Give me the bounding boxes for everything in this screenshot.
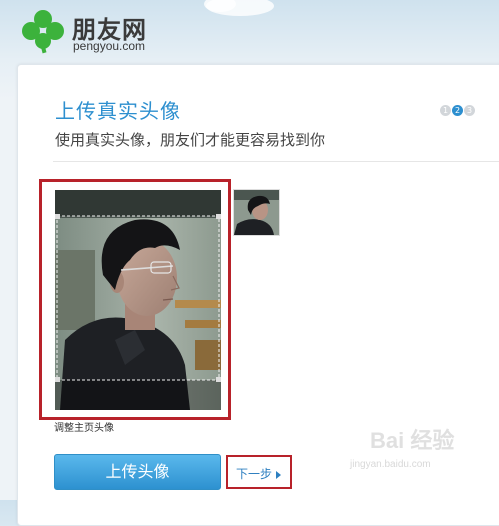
highlight-frame-photo: [39, 179, 231, 420]
step-indicator: 123: [440, 105, 476, 117]
adjust-avatar-label: 调整主页头像: [54, 423, 114, 434]
step-2: 2: [452, 105, 463, 116]
watermark-url: jingyan.baidu.com: [350, 459, 431, 470]
upload-avatar-button[interactable]: 上传头像: [54, 454, 221, 490]
triangle-right-icon: [276, 470, 282, 479]
step-3: 3: [464, 105, 475, 116]
step-1: 1: [440, 105, 451, 116]
title-divider: [53, 161, 499, 162]
avatar-crop-editor[interactable]: [55, 190, 221, 410]
watermark-text: Bai 经验: [370, 428, 455, 453]
page-subtitle: 使用真实头像，朋友们才能更容易找到你: [55, 131, 326, 149]
clover-logo-icon: [22, 10, 64, 54]
logo-domain: pengyou.com: [73, 39, 146, 53]
watermark: Bai 经验 jingyan.baidu.com: [330, 423, 490, 483]
avatar-thumbnail-preview: [233, 189, 280, 236]
site-logo[interactable]: 朋友网 pengyou.com: [20, 6, 200, 56]
highlight-frame-next: 下一步: [226, 455, 292, 489]
next-step-link[interactable]: 下一步: [236, 465, 282, 482]
page-title: 上传真实头像: [55, 99, 181, 123]
next-step-label: 下一步: [236, 467, 273, 481]
